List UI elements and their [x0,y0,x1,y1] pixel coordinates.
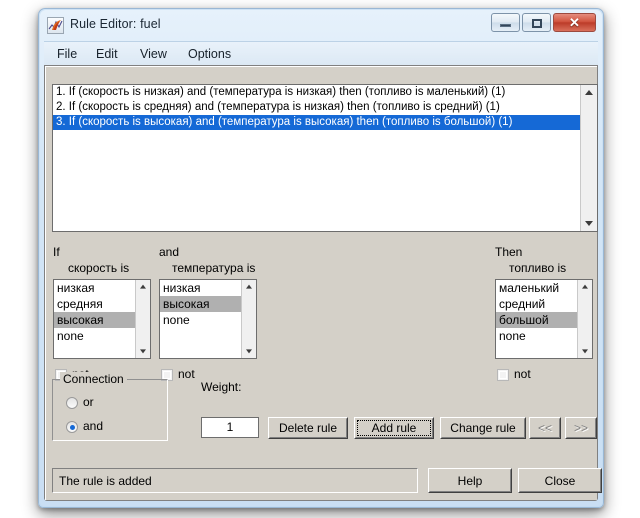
list-item[interactable]: none [160,312,241,328]
title-bar[interactable]: Rule Editor: fuel ✕ [40,10,602,40]
checkbox-icon [497,369,509,381]
scrollbar-thumb[interactable] [582,102,596,132]
scroll-up-icon[interactable] [581,85,597,101]
antecedent1-listbox[interactable]: низкая средняя высокая none [53,279,151,359]
window-glass-inner: Rule Editor: fuel ✕ File Edit View Optio… [40,10,602,506]
antecedent1-items[interactable]: низкая средняя высокая none [54,280,135,358]
rule-editor-window: Rule Editor: fuel ✕ File Edit View Optio… [38,8,604,508]
consequent-not-label: not [514,367,531,381]
menu-edit[interactable]: Edit [92,46,122,62]
list-item[interactable]: высокая [160,296,241,312]
antecedent2-connective-label: and [159,245,180,259]
list-item[interactable]: низкая [160,280,241,296]
list-item[interactable]: средняя [54,296,135,312]
scroll-down-icon[interactable] [242,344,256,358]
rule-list-item[interactable]: 3. If (скорость is высокая) and (темпера… [53,115,580,130]
list-item[interactable]: большой [496,312,577,328]
menu-file[interactable]: File [53,46,81,62]
list-item[interactable]: маленький [496,280,577,296]
list-item[interactable]: none [54,328,135,344]
antecedent2-items[interactable]: низкая высокая none [160,280,241,358]
consequent-variable-label: топливо is [509,261,567,275]
connection-legend: Connection [60,372,127,386]
help-label: Help [429,469,511,492]
window-title: Rule Editor: fuel [70,17,161,31]
close-icon: ✕ [569,15,580,30]
consequent-connective-label: Then [495,245,523,259]
weight-input[interactable]: 1 [201,417,259,438]
list-item[interactable]: none [496,328,577,344]
scroll-down-icon[interactable] [581,215,597,231]
menu-bar: File Edit View Options [44,41,598,66]
minimize-button[interactable] [491,13,520,32]
radio-icon [66,397,78,409]
close-button[interactable]: Close [518,468,602,493]
antecedent2-listbox[interactable]: низкая высокая none [159,279,257,359]
menu-view[interactable]: View [136,46,171,62]
scroll-up-icon[interactable] [136,280,150,294]
change-rule-label: Change rule [441,418,525,438]
rule-list[interactable]: 1. If (скорость is низкая) and (температ… [52,84,598,232]
scroll-down-icon[interactable] [136,344,150,358]
previous-rule-label: << [530,418,560,438]
radio-icon [66,421,78,433]
antecedent2-scrollbar[interactable] [241,280,256,358]
antecedent1-connective-label: If [53,245,60,259]
scroll-up-icon[interactable] [578,280,592,294]
add-rule-button[interactable]: Add rule [354,417,434,439]
previous-rule-button[interactable]: << [529,417,561,439]
rule-list-items[interactable]: 1. If (скорость is низкая) and (температ… [53,85,580,231]
help-button[interactable]: Help [428,468,512,493]
status-bar: The rule is added [52,468,418,493]
list-item[interactable]: средний [496,296,577,312]
weight-label: Weight: [201,380,242,394]
rule-list-item[interactable]: 2. If (скорость is средняя) and (темпера… [53,100,580,115]
client-area: 1. If (скорость is низкая) and (температ… [44,65,602,501]
next-rule-button[interactable]: >> [565,417,597,439]
client-inner: 1. If (скорость is низкая) and (температ… [45,66,602,500]
delete-rule-label: Delete rule [269,418,347,438]
scroll-up-icon[interactable] [242,280,256,294]
close-label: Close [519,469,601,492]
list-item[interactable]: высокая [54,312,135,328]
connection-or-label: or [83,395,94,409]
consequent-items[interactable]: маленький средний большой none [496,280,577,358]
matlab-membrane-icon [47,17,64,34]
add-rule-label: Add rule [355,418,433,438]
antecedent2-not-label: not [178,367,195,381]
maximize-button[interactable] [522,13,551,32]
connection-and-label: and [83,419,104,433]
rule-list-scrollbar[interactable] [580,85,597,231]
minimize-icon [500,24,511,27]
change-rule-button[interactable]: Change rule [440,417,526,439]
consequent-listbox[interactable]: маленький средний большой none [495,279,593,359]
antecedent1-variable-label: скорость is [68,261,130,275]
consequent-scrollbar[interactable] [577,280,592,358]
antecedent1-scrollbar[interactable] [135,280,150,358]
maximize-icon [532,19,542,28]
antecedent2-variable-label: температура is [172,261,256,275]
status-message: The rule is added [59,474,152,488]
rule-list-item[interactable]: 1. If (скорость is низкая) and (температ… [53,85,580,100]
delete-rule-button[interactable]: Delete rule [268,417,348,439]
scroll-down-icon[interactable] [578,344,592,358]
list-item[interactable]: низкая [54,280,135,296]
menu-options[interactable]: Options [184,46,235,62]
close-window-button[interactable]: ✕ [553,13,596,32]
next-rule-label: >> [566,418,596,438]
